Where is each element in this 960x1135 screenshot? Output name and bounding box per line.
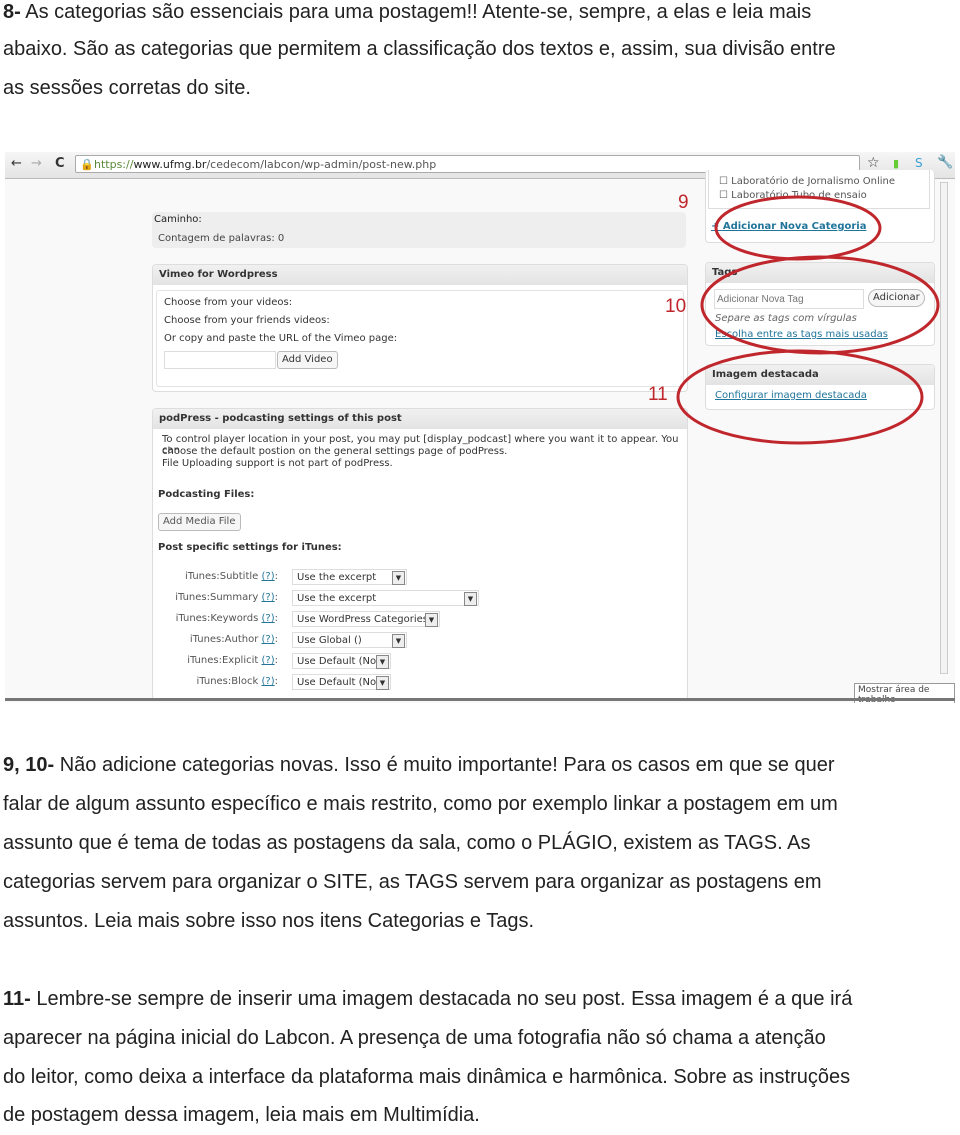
annotation-9: 9 [678, 192, 689, 213]
body-line: de postagem dessa imagem, leia mais em M… [3, 1104, 480, 1126]
intro-line: abaixo. São as categorias que permitem a… [3, 38, 836, 60]
wordpress-screenshot: ← → C 🔒 https://www.ufmg.br/cedecom/labco… [5, 152, 955, 703]
annotation-circles [676, 195, 940, 445]
circle-10 [700, 255, 940, 355]
body-line: 9, 10- Não adicione categorias novas. Is… [3, 754, 835, 776]
body-line: do leitor, como deixa a interface da pla… [3, 1066, 851, 1088]
circle-9 [714, 195, 882, 261]
body-line: assuntos. Leia mais sobre isso nos itens… [3, 910, 535, 932]
intro-line: as sessões corretas do site. [3, 77, 251, 99]
body-line: falar de algum assunto específico e mais… [3, 793, 838, 815]
intro-line: 8- As categorias são essenciais para uma… [3, 1, 812, 23]
body-line: categorias servem para organizar o SITE,… [3, 871, 822, 893]
body-line: assunto que é tema de todas as postagens… [3, 832, 811, 854]
annotation-11: 11 [648, 384, 668, 405]
annotation-10: 10 [665, 296, 687, 317]
body-line: 11- Lembre-se sempre de inserir uma imag… [3, 988, 853, 1010]
body-line: aparecer na página inicial do Labcon. A … [3, 1027, 826, 1049]
circle-11 [676, 349, 924, 445]
